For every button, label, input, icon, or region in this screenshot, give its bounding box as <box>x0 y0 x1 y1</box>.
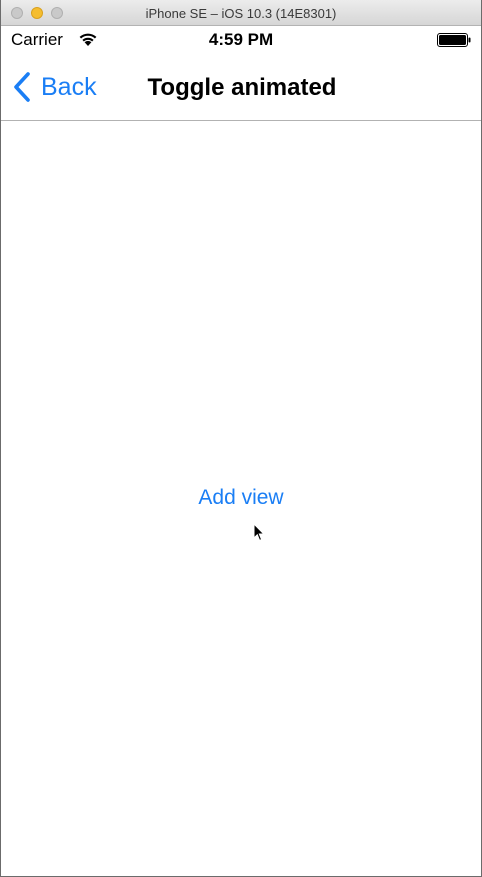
navigation-bar: Back Toggle animated <box>1 54 481 121</box>
add-view-button[interactable]: Add view <box>1 486 481 510</box>
window-title: iPhone SE – iOS 10.3 (14E8301) <box>145 6 337 21</box>
mouse-pointer-icon <box>253 523 265 542</box>
device-screen: Carrier 4:59 PM Back Toggle animated Add… <box>1 26 481 876</box>
page-title: Toggle animated <box>147 74 337 101</box>
status-time: 4:59 PM <box>208 30 274 49</box>
status-bar: Carrier 4:59 PM <box>1 26 481 54</box>
battery-icon <box>437 33 471 47</box>
simulator-window: iPhone SE – iOS 10.3 (14E8301) Carrier 4… <box>0 0 482 877</box>
window-titlebar[interactable]: iPhone SE – iOS 10.3 (14E8301) <box>1 0 481 26</box>
